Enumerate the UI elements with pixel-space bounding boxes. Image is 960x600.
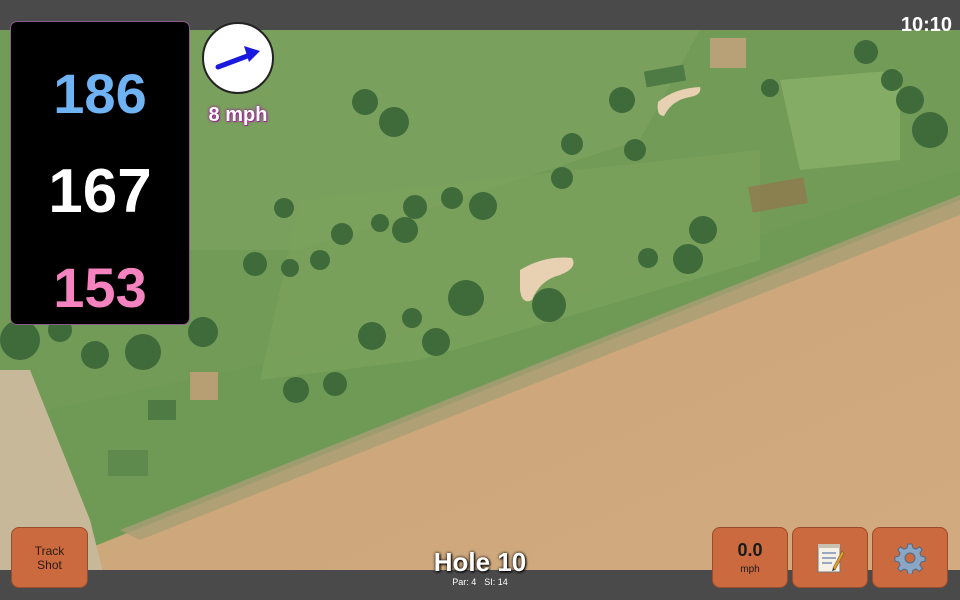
distance-back: 186	[53, 62, 147, 125]
distance-panel: 186 167 153	[11, 22, 189, 324]
settings-button[interactable]	[872, 527, 948, 588]
notepad-icon	[817, 543, 845, 572]
wind-arrow-icon	[215, 46, 260, 70]
notes-button[interactable]	[792, 527, 868, 588]
hole-info: Par: 4 SI: 14	[380, 577, 580, 587]
speed-value: 0.0	[737, 540, 763, 560]
wind-speed-label: 8 mph	[208, 104, 268, 126]
hole-stroke-index: SI: 14	[484, 577, 508, 587]
track-shot-label: Track Shot	[34, 543, 65, 572]
speed-button[interactable]: 0.0 mph	[712, 527, 788, 588]
speed-unit: mph	[740, 564, 760, 575]
distance-middle: 167	[48, 157, 152, 226]
hole-par: Par: 4	[452, 577, 477, 587]
distance-front: 153	[53, 256, 147, 319]
track-shot-button[interactable]: Track Shot	[11, 527, 88, 588]
gear-icon	[894, 543, 926, 574]
wind-indicator	[202, 22, 274, 94]
hole-title: Hole 10	[433, 547, 527, 577]
status-time: 10:10	[900, 14, 952, 36]
